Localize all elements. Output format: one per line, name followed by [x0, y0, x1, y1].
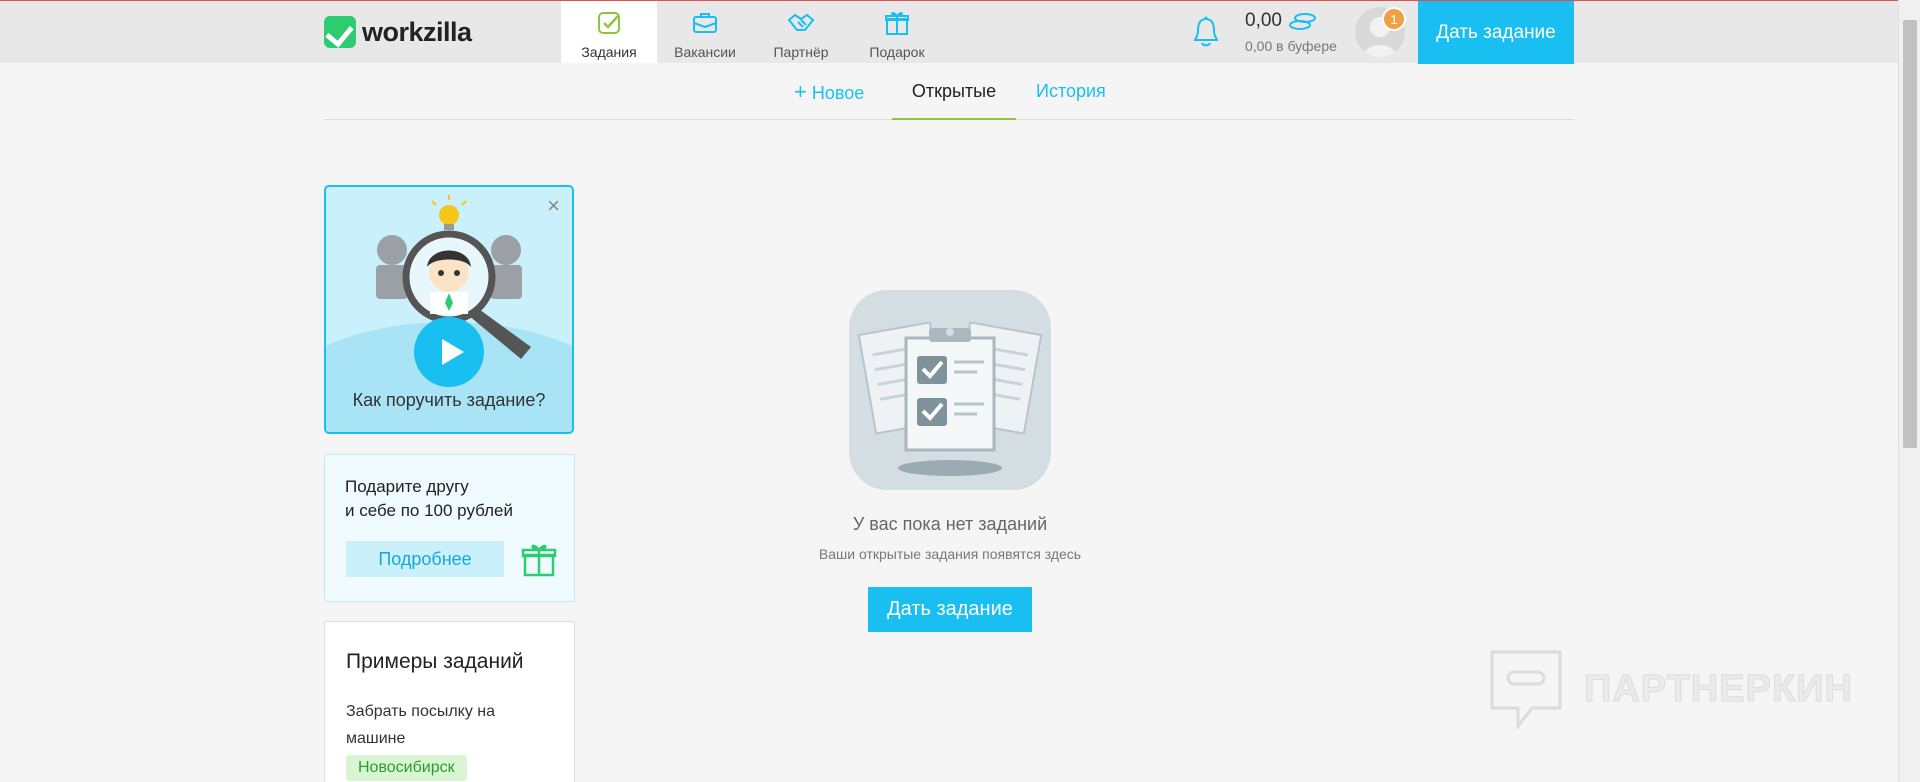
tab-history[interactable]: История	[1036, 63, 1106, 120]
more-details-button[interactable]: Подробнее	[346, 541, 504, 577]
main-nav: Задания Вакансии Партнёр Подарок	[561, 1, 945, 63]
nav-item-tasks[interactable]: Задания	[561, 1, 657, 63]
nav-label-partner: Партнёр	[773, 44, 829, 60]
close-icon[interactable]: ×	[547, 193, 560, 219]
logo[interactable]: workzilla	[324, 16, 472, 48]
task-subtabs: + Новое Открытые История	[324, 63, 1574, 120]
gift-text: Подарите другу и себе по 100 рублей	[345, 475, 513, 523]
bell-icon[interactable]	[1191, 15, 1221, 49]
gift-text-line2: и себе по 100 рублей	[345, 501, 513, 520]
give-task-header-button[interactable]: Дать задание	[1418, 1, 1574, 64]
tab-open[interactable]: Открытые	[892, 63, 1016, 120]
empty-state-subtitle: Ваши открытые задания появятся здесь	[818, 546, 1082, 562]
handshake-icon	[787, 13, 815, 31]
buffer-value: 0,00 в буфере	[1245, 38, 1337, 54]
logo-check-icon	[324, 16, 356, 48]
gift-icon	[885, 12, 909, 35]
plus-icon: +	[794, 79, 807, 104]
watermark: ПАРТНЕРКИН	[1488, 648, 1853, 730]
nav-label-vacancies: Вакансии	[674, 44, 736, 60]
header: workzilla Задания Вакансии Партнёр Подар…	[0, 1, 1898, 64]
clipboard-icon	[849, 290, 1051, 490]
nav-label-tasks: Задания	[581, 44, 637, 60]
watermark-text: ПАРТНЕРКИН	[1584, 667, 1853, 710]
scrollbar[interactable]	[1898, 0, 1920, 782]
promo-caption: Как поручить задание?	[352, 390, 546, 410]
task-examples-card: Примеры заданий Забрать посылку на машин…	[324, 621, 575, 782]
tab-new[interactable]: + Новое	[794, 63, 864, 120]
city-badge: Новосибирск	[346, 755, 467, 781]
balance[interactable]: 0,00 0,00 в буфере	[1245, 10, 1337, 54]
tasks-icon	[598, 12, 620, 34]
examples-title: Примеры заданий	[346, 650, 524, 673]
nav-item-vacancies[interactable]: Вакансии	[657, 1, 753, 63]
watermark-logo-icon	[1490, 650, 1562, 730]
nav-item-gift[interactable]: Подарок	[849, 1, 945, 63]
briefcase-icon	[693, 13, 717, 33]
balance-value: 0,00	[1245, 10, 1282, 31]
promo-video-card[interactable]: × Как поручить задание?	[324, 185, 574, 434]
example-item[interactable]: Забрать посылку на машине	[346, 698, 546, 752]
gift-text-line1: Подарите другу	[345, 477, 469, 496]
notification-badge: 1	[1382, 7, 1406, 31]
play-icon[interactable]	[414, 317, 484, 387]
gift-box-icon	[521, 544, 557, 577]
coins-icon	[1288, 13, 1316, 30]
gift-referral-card: Подарите другу и себе по 100 рублей Подр…	[324, 454, 575, 602]
empty-state-title: У вас пока нет заданий	[852, 514, 1048, 534]
logo-text: workzilla	[362, 16, 472, 47]
tab-new-label: Новое	[811, 83, 865, 103]
nav-item-partner[interactable]: Партнёр	[753, 1, 849, 63]
give-task-button[interactable]: Дать задание	[868, 587, 1032, 632]
scrollbar-thumb[interactable]	[1903, 20, 1917, 448]
nav-label-gift: Подарок	[869, 44, 925, 60]
